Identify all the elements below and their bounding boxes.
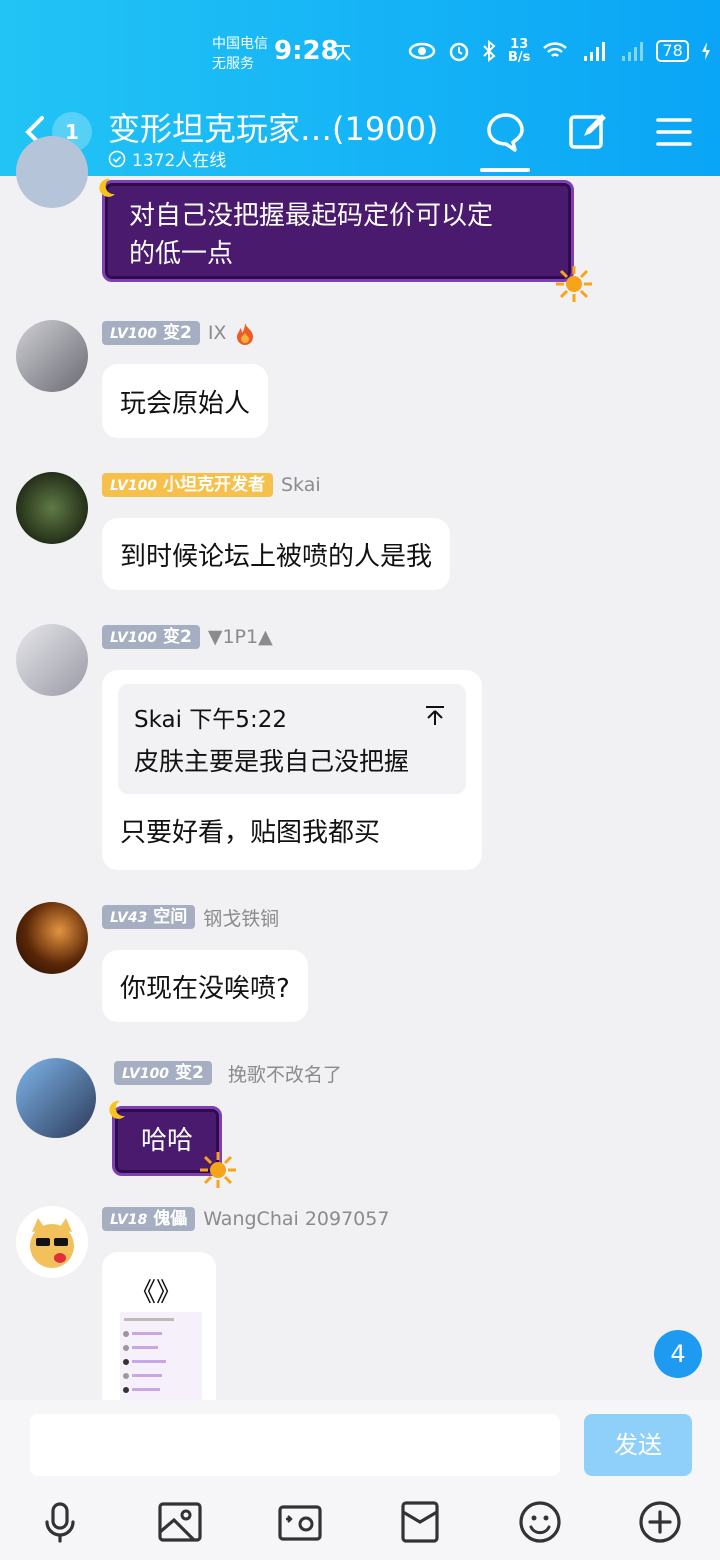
alarm-icon [449, 42, 469, 62]
status-icons: 13 B/s 78 [408, 36, 711, 66]
app-notification-icon [335, 45, 351, 61]
net-speed: 13 B/s [508, 37, 531, 65]
sender-name[interactable]: IX [208, 322, 227, 344]
message-bubble-fancy[interactable]: 对自己没把握最起码定价可以定 的低一点 [102, 180, 574, 282]
bluetooth-icon [483, 40, 496, 62]
edit-icon[interactable] [566, 110, 610, 154]
chat-header: 中国电信 无服务 9:28 13 B/s 78 1 变形坦克玩家…(1900) 1… [0, 0, 720, 176]
sender-name[interactable]: WangChai 2097057 [203, 1208, 389, 1230]
avatar[interactable] [16, 1058, 96, 1138]
message-item: LV100 变2 ▼1P1▲ Skai 下午5:22 皮肤主要是我自己没把握 只… [0, 622, 720, 872]
message-text: 对自己没把握最起码定价可以定 [129, 201, 494, 231]
message-item: LV18 傀儡 WangChai 2097057 《》 [0, 1204, 720, 1400]
sender-meta: LV18 傀儡 WangChai 2097057 [102, 1206, 389, 1232]
message-input[interactable] [30, 1414, 560, 1476]
clock: 9:28 [274, 36, 339, 66]
message-text: 玩会原始人 [120, 388, 251, 419]
sender-name[interactable]: ▼1P1▲ [208, 626, 273, 648]
signal-no-service-icon [622, 42, 644, 61]
eye-icon [408, 42, 436, 60]
quoted-message[interactable]: Skai 下午5:22 皮肤主要是我自己没把握 [118, 684, 466, 794]
send-button[interactable]: 发送 [584, 1414, 692, 1476]
sender-meta: LV43 空间 钢戈铁锏 [102, 904, 279, 930]
level-badge: LV18 傀儡 [102, 1207, 196, 1231]
level-badge: LV100 变2 [102, 321, 200, 345]
new-messages-badge[interactable]: 4 [654, 1330, 702, 1378]
chat-bubble-icon[interactable] [484, 110, 528, 154]
message-text: 的低一点 [129, 239, 234, 269]
plus-icon[interactable] [636, 1498, 684, 1546]
level-badge: LV100 变2 [114, 1061, 212, 1085]
sender-name[interactable]: 挽歌不改名了 [228, 1060, 342, 1087]
avatar[interactable] [16, 472, 88, 544]
status-bar: 中国电信 无服务 9:28 13 B/s 78 [0, 0, 720, 100]
carrier-info: 中国电信 无服务 [212, 34, 268, 74]
avatar[interactable] [16, 902, 88, 974]
online-count[interactable]: 1372人在线 [108, 146, 226, 171]
message-bubble-image[interactable]: 《》 [102, 1252, 216, 1400]
quote-text: 皮肤主要是我自己没把握 [134, 747, 410, 776]
microphone-icon[interactable] [36, 1498, 84, 1546]
message-text: 《》 [130, 1278, 183, 1308]
wifi-icon [543, 42, 568, 57]
message-item: LV43 空间 钢戈铁锏 你现在没唉喷? [0, 902, 720, 1030]
doge-avatar-icon [30, 1218, 74, 1268]
quote-author: Skai 下午5:22 [134, 707, 287, 733]
sender-meta: LV100 变2 IX [102, 320, 256, 346]
charging-icon [701, 42, 710, 60]
avatar[interactable] [16, 1206, 88, 1278]
carrier-status: 无服务 [212, 56, 254, 72]
active-tab-indicator [480, 168, 530, 172]
message-item: LV100 变2 IX 玩会原始人 [0, 318, 720, 446]
level-badge: LV100 小坦克开发者 [102, 473, 273, 497]
message-item: 对自己没把握最起码定价可以定 的低一点 [0, 136, 720, 306]
message-text: 你现在没唉喷? [120, 973, 290, 1004]
online-count-label: 1372人在线 [132, 151, 227, 171]
screenshot-thumbnail[interactable] [120, 1312, 202, 1400]
carrier-name: 中国电信 [212, 36, 268, 52]
sun-decoration-icon [200, 1152, 236, 1188]
signal-5g-icon [584, 42, 606, 61]
image-icon[interactable] [156, 1498, 204, 1546]
moon-decoration-icon [99, 178, 115, 197]
sender-meta: LV100 变2 挽歌不改名了 [114, 1060, 342, 1086]
jump-to-top-icon[interactable] [424, 704, 446, 726]
input-bar: 发送 [0, 1400, 720, 1560]
menu-icon[interactable] [652, 110, 696, 154]
message-bubble[interactable]: 你现在没唉喷? [102, 950, 308, 1022]
message-text: 到时候论坛上被喷的人是我 [120, 541, 433, 572]
avatar[interactable] [16, 136, 88, 208]
red-packet-icon[interactable] [396, 1498, 444, 1546]
avatar[interactable] [16, 320, 88, 392]
sender-name[interactable]: Skai [281, 474, 321, 496]
message-item: LV100 变2 挽歌不改名了 哈哈 [0, 1056, 720, 1188]
battery-level: 78 [656, 40, 689, 62]
sun-decoration-icon [556, 266, 592, 302]
sender-meta: LV100 小坦克开发者 Skai [102, 472, 321, 498]
message-bubble[interactable]: 玩会原始人 [102, 364, 269, 438]
level-badge: LV43 空间 [102, 905, 196, 929]
message-item: LV100 小坦克开发者 Skai 到时候论坛上被喷的人是我 [0, 470, 720, 598]
message-text: 只要好看，贴图我都买 [120, 818, 381, 848]
message-bubble-reply[interactable]: Skai 下午5:22 皮肤主要是我自己没把握 只要好看，贴图我都买 [102, 670, 482, 870]
sender-meta: LV100 变2 ▼1P1▲ [102, 624, 273, 650]
level-badge: LV100 变2 [102, 625, 200, 649]
group-title[interactable]: 变形坦克玩家…(1900) [108, 104, 468, 150]
sender-name[interactable]: 钢戈铁锏 [203, 904, 279, 931]
moon-decoration-icon [109, 1100, 125, 1119]
camera-icon[interactable] [276, 1498, 324, 1546]
message-bubble[interactable]: 到时候论坛上被喷的人是我 [102, 518, 451, 590]
avatar[interactable] [16, 624, 88, 696]
message-text: 哈哈 [140, 1126, 193, 1156]
emoji-icon[interactable] [516, 1498, 564, 1546]
check-circle-icon [108, 150, 126, 167]
fire-icon [237, 323, 254, 345]
